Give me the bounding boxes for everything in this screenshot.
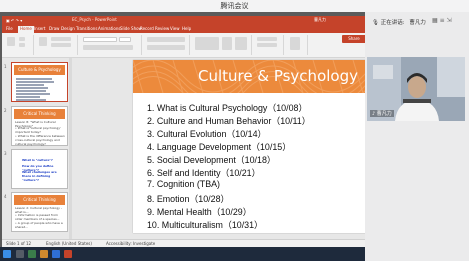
dictate-button[interactable] xyxy=(290,37,300,50)
find-button[interactable] xyxy=(257,37,277,41)
paste-button[interactable] xyxy=(7,37,15,46)
thumbnail-line xyxy=(16,78,52,80)
slide-thumbnail-3[interactable]: What is "culture"? How do you define "cu… xyxy=(11,149,68,189)
quick-access-icons[interactable]: ▣ ↶ ↷ ▾ xyxy=(6,18,22,23)
drawing-group xyxy=(192,35,252,55)
cut-button[interactable] xyxy=(19,37,25,41)
font-group xyxy=(80,35,142,55)
document-title: EC_Psych - PowerPoint xyxy=(72,17,117,22)
tab-insert[interactable]: Insert xyxy=(34,26,45,31)
meeting-title-bar: 腾讯会议 xyxy=(0,0,469,12)
tab-home[interactable]: Home xyxy=(18,26,34,33)
clipboard-group xyxy=(4,35,34,55)
topic-item: 6. Self and Identity（10/21） xyxy=(147,168,261,178)
slide-thumbnail-1[interactable]: Culture & Psychology xyxy=(11,62,68,102)
thumbnail-title: Critical Thinking xyxy=(14,109,65,119)
topic-item: 7. Cognition (TBA) xyxy=(147,179,221,189)
folder-icon[interactable] xyxy=(40,250,48,258)
tab-record[interactable]: Record xyxy=(140,26,154,31)
active-speaker-indicator: 🎙 正在讲话: 曹凡力 xyxy=(372,18,426,26)
tab-design[interactable]: Design xyxy=(61,26,75,31)
search-icon[interactable] xyxy=(16,250,24,258)
thumbnail-title: Culture & Psychology xyxy=(14,65,65,75)
topic-item: 9. Mental Health（10/29） xyxy=(147,207,252,217)
arrange-button[interactable] xyxy=(222,37,232,50)
new-slide-button[interactable] xyxy=(39,37,47,46)
layout-button[interactable] xyxy=(51,37,71,41)
meeting-side-panel xyxy=(365,12,469,261)
language-indicator[interactable]: English (United States) xyxy=(46,241,92,246)
start-icon[interactable] xyxy=(3,250,11,258)
thumbnail-line xyxy=(16,99,46,101)
quick-styles-button[interactable] xyxy=(235,37,247,50)
tab-transitions[interactable]: Transitions xyxy=(76,26,97,31)
reset-button[interactable] xyxy=(51,43,71,47)
thumbnail-line xyxy=(16,96,40,98)
topic-item: 10. Multiculturalism（10/31） xyxy=(147,220,263,230)
editing-group xyxy=(254,35,284,55)
topic-item: 2. Culture and Human Behavior（10/11） xyxy=(147,116,311,126)
slides-group xyxy=(36,35,78,55)
thumbnail-number: 4 xyxy=(4,194,7,199)
thumbnail-text: • What is 'cultural psychology' importan… xyxy=(15,126,61,134)
thumbnail-line xyxy=(16,87,48,89)
topic-item: 8. Emotion（10/28） xyxy=(147,194,230,204)
mic-icon: ♪ xyxy=(372,111,376,117)
mic-icon: 🎙 xyxy=(372,20,379,26)
thumbnail-line xyxy=(16,81,54,83)
tab-animations[interactable]: Animations xyxy=(98,26,120,31)
slide-thumbnail-4[interactable]: Critical Thinking Lesson 2: Cultural psy… xyxy=(11,192,68,232)
slide-thumbnails-pane: 1 Culture & Psychology 2 Critical Thinki… xyxy=(2,58,72,239)
slide-counter: Slide 1 of 12 xyxy=(6,241,32,246)
thumbnail-line xyxy=(16,90,46,92)
list-buttons[interactable] xyxy=(147,37,185,42)
tab-draw[interactable]: Draw xyxy=(49,26,59,31)
topic-item: 3. Cultural Evolution（10/14） xyxy=(147,129,267,139)
thumbnail-text: • What is the difference between cross-c… xyxy=(15,134,65,146)
thumbnail-number: 1 xyxy=(4,64,7,69)
thumbnail-text: What challenges are there in defining "c… xyxy=(22,170,57,182)
powerpoint-icon[interactable] xyxy=(64,250,72,258)
topic-item: 4. Language Development（10/15） xyxy=(147,142,292,152)
thumbnail-number: 2 xyxy=(4,108,7,113)
accessibility-checker[interactable]: Accessibility: Investigate xyxy=(106,241,155,246)
browser-icon[interactable] xyxy=(52,250,60,258)
panel-controls: ▦ ≡ ⇲ xyxy=(432,17,452,24)
tab-review[interactable]: Review xyxy=(155,26,169,31)
speaking-label: 正在讲话: xyxy=(380,20,405,26)
thumbnail-text: What is "culture"? xyxy=(22,158,53,162)
replace-button[interactable] xyxy=(257,43,277,47)
shapes-gallery[interactable] xyxy=(195,37,219,50)
participant-name-label: ♪ 曹凡力 xyxy=(370,110,394,117)
app-icon[interactable] xyxy=(28,250,36,258)
thumbnail-number: 3 xyxy=(4,151,7,156)
collapse-icon[interactable]: ≡ xyxy=(440,17,445,24)
tab-slide-show[interactable]: Slide Show xyxy=(120,26,142,31)
topic-item: 5. Social Development（10/18） xyxy=(147,155,276,165)
tab-help[interactable]: Help xyxy=(182,26,191,31)
meeting-window-title: 腾讯会议 xyxy=(220,2,249,10)
layout-icon[interactable]: ▦ xyxy=(432,17,438,24)
topic-item: 1. What is Cultural Psychology（10/08） xyxy=(147,103,308,113)
thumbnail-text: • Information is passed from older membe… xyxy=(15,213,60,221)
tab-file[interactable]: File xyxy=(6,26,13,31)
align-buttons[interactable] xyxy=(147,45,185,50)
font-name-box[interactable] xyxy=(83,37,117,42)
font-size-box[interactable] xyxy=(119,37,131,42)
thumbnail-title: Critical Thinking xyxy=(14,195,65,205)
pin-icon[interactable]: ⇲ xyxy=(447,17,452,24)
tab-view[interactable]: View xyxy=(170,26,180,31)
slide-thumbnail-2[interactable]: Critical Thinking Lesson 8: "What is Cul… xyxy=(11,106,68,146)
font-style-buttons[interactable] xyxy=(83,45,133,50)
voice-group xyxy=(286,35,308,55)
thumbnail-text: • A group of people who have a shared... xyxy=(15,221,63,229)
copy-button[interactable] xyxy=(19,43,25,47)
participant-name: 曹凡力 xyxy=(376,111,392,117)
signed-in-user[interactable]: 曹凡力 xyxy=(314,17,326,23)
thumbnail-line xyxy=(16,84,44,86)
speaker-name: 曹凡力 xyxy=(409,20,426,26)
thumbnail-line xyxy=(16,93,50,95)
paragraph-group xyxy=(144,35,190,55)
share-button[interactable]: Share xyxy=(342,35,366,43)
